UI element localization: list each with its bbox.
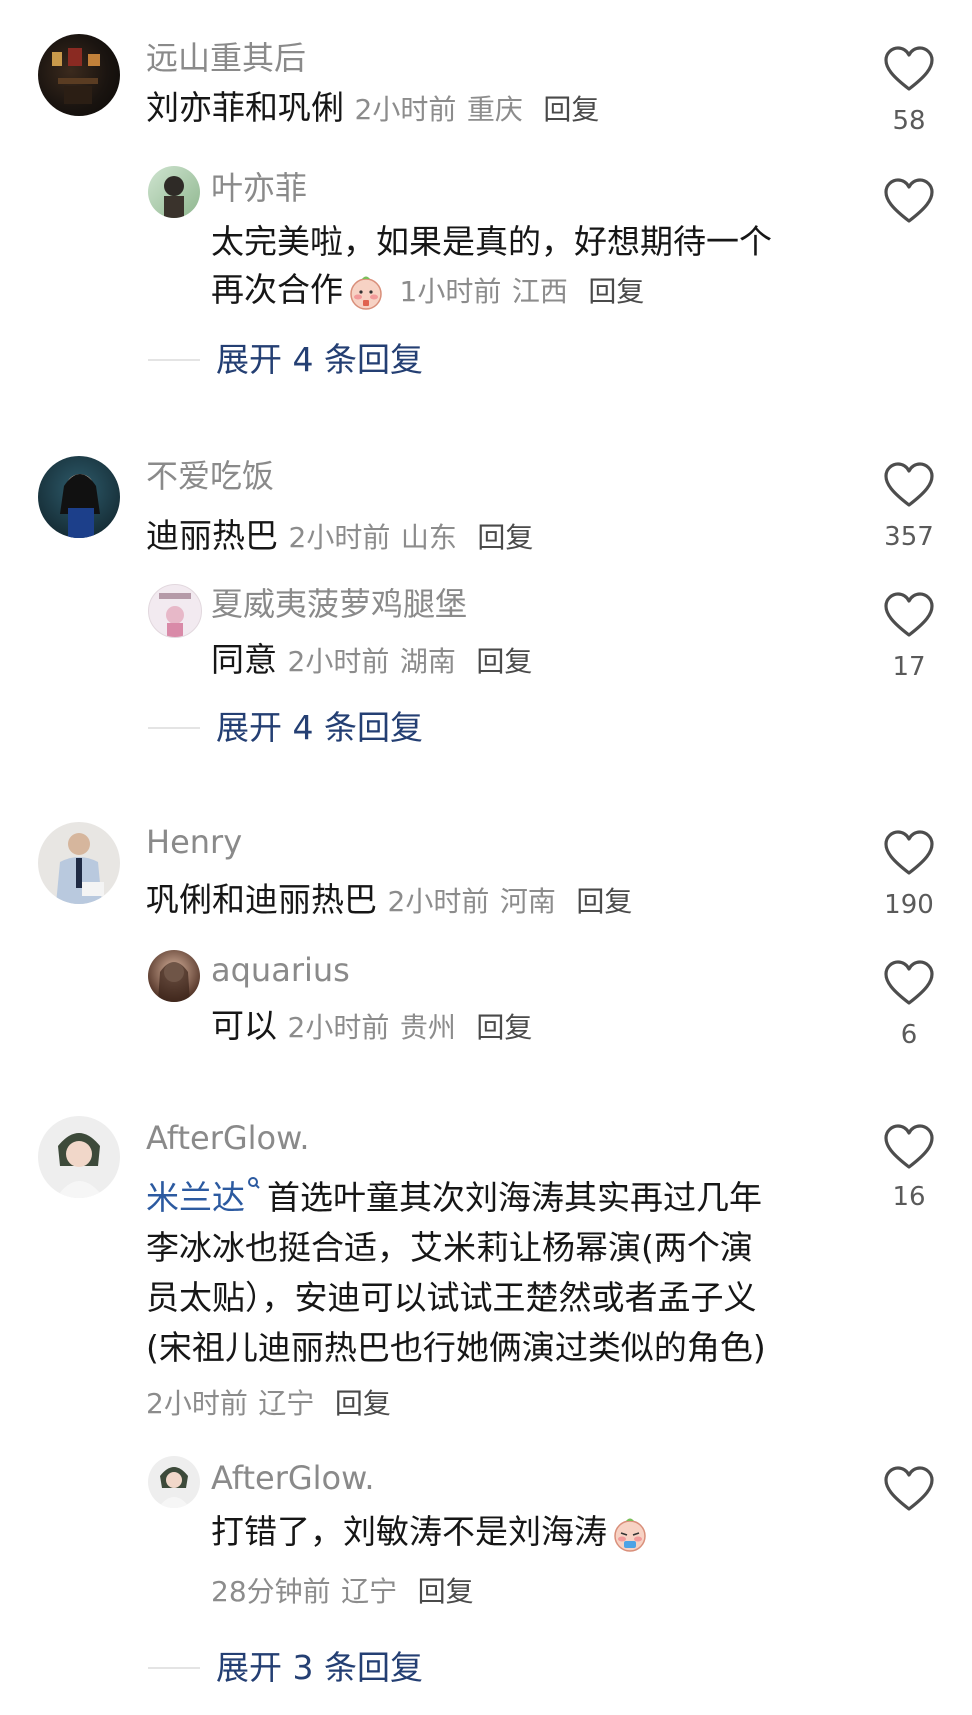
heart-outline-icon[interactable] [884, 178, 934, 224]
expand-label: 展开 4 条回复 [216, 340, 423, 379]
comment-username[interactable]: 远山重其后 [146, 38, 306, 78]
like-count: 16 [892, 1182, 926, 1212]
comment-text-line: 首选叶童其次刘海涛其实再过几年 [267, 1178, 762, 1217]
reply-button[interactable]: 回复 [476, 1011, 532, 1044]
comment-username[interactable]: 不爱吃饭 [146, 456, 274, 496]
avatar[interactable] [148, 950, 200, 1002]
like-count: 190 [884, 890, 934, 920]
reply-username[interactable]: 夏威夷菠萝鸡腿堡 [211, 584, 467, 624]
comment-time: 2小时前 [146, 1387, 248, 1420]
mention-link[interactable]: 米兰达 [146, 1178, 245, 1217]
comment-text: 迪丽热巴 [146, 516, 278, 555]
blushing-face-emoji-icon [350, 276, 382, 310]
reply-username[interactable]: AfterGlow. [211, 1458, 375, 1498]
comment-body: 迪丽热巴 2小时前 山东 回复 [146, 512, 533, 562]
reply-button[interactable]: 回复 [477, 521, 533, 554]
reply-button[interactable]: 回复 [335, 1387, 391, 1420]
like-count: 6 [900, 1020, 918, 1050]
reply-time: 1小时前 [399, 275, 502, 308]
avatar[interactable] [148, 1456, 200, 1508]
reply-text: 打错了，刘敏涛不是刘海涛 [211, 1512, 607, 1551]
reply-button[interactable]: 回复 [476, 645, 532, 678]
reply-button[interactable]: 回复 [543, 93, 599, 126]
like-count: 17 [892, 652, 926, 682]
avatar[interactable] [38, 456, 120, 538]
divider [148, 359, 200, 361]
reply-button[interactable]: 回复 [576, 885, 632, 918]
search-mark-icon [248, 1177, 260, 1189]
heart-outline-icon[interactable] [884, 462, 934, 508]
reply-button[interactable]: 回复 [588, 275, 644, 308]
like-count: 58 [892, 106, 926, 136]
reply-meta: 28分钟前 辽宁 回复 [211, 1566, 474, 1616]
comment-body: 米兰达 首选叶童其次刘海涛其实再过几年 [146, 1174, 762, 1222]
like-count: 357 [884, 522, 934, 552]
reply-body: 可以 2小时前 贵州 回复 [211, 1002, 532, 1052]
comment-time: 2小时前 [288, 521, 391, 554]
avatar[interactable] [148, 584, 202, 638]
comment-text-line: 李冰冰也挺合适，艾米莉让杨幂演(两个演 [146, 1228, 753, 1267]
avatar[interactable] [38, 1116, 120, 1198]
expand-replies-button[interactable]: 展开 3 条回复 [148, 1646, 423, 1690]
expand-replies-button[interactable]: 展开 4 条回复 [148, 706, 423, 750]
comment-location: 辽宁 [258, 1387, 315, 1420]
reply-button[interactable]: 回复 [418, 1575, 474, 1608]
reply-username[interactable]: aquarius [211, 950, 350, 990]
comment-text-line: 员太贴），安迪可以试试王楚然或者孟子义 [146, 1278, 757, 1317]
comment-meta: 2小时前 辽宁 回复 [146, 1378, 391, 1428]
avatar[interactable] [38, 34, 120, 116]
comment-text-line: (宋祖儿迪丽热巴也行她俩演过类似的角色) [146, 1328, 766, 1367]
avatar[interactable] [148, 166, 200, 218]
avatar[interactable] [38, 822, 120, 904]
expand-label: 展开 4 条回复 [216, 708, 423, 747]
comment-body: 刘亦菲和巩俐 2小时前 重庆 回复 [146, 84, 599, 134]
reply-location: 辽宁 [341, 1575, 398, 1608]
heart-outline-icon[interactable] [884, 592, 934, 638]
reply-text: 同意 [211, 640, 277, 679]
reply-text: 可以 [211, 1006, 277, 1045]
comment-time: 2小时前 [354, 93, 457, 126]
comment-location: 山东 [400, 521, 457, 554]
comment-username[interactable]: AfterGlow. [146, 1118, 310, 1158]
heart-outline-icon[interactable] [884, 1466, 934, 1512]
expand-label: 展开 3 条回复 [216, 1648, 423, 1687]
reply-text-line: 再次合作 [211, 270, 343, 309]
reply-body: 再次合作 1小时前 江西 回复 [211, 266, 644, 316]
comment-text: 巩俐和迪丽热巴 [146, 880, 377, 919]
heart-outline-icon[interactable] [884, 46, 934, 92]
heart-outline-icon[interactable] [884, 830, 934, 876]
blushing-face-emoji-icon [614, 1518, 646, 1552]
reply-location: 江西 [511, 275, 568, 308]
expand-replies-button[interactable]: 展开 4 条回复 [148, 338, 423, 382]
reply-location: 贵州 [399, 1011, 456, 1044]
reply-time: 2小时前 [287, 1011, 390, 1044]
reply-body: 同意 2小时前 湖南 回复 [211, 636, 532, 686]
heart-outline-icon[interactable] [884, 960, 934, 1006]
reply-text-line: 太完美啦，如果是真的，好想期待一个 [211, 222, 772, 261]
comment-text: 刘亦菲和巩俐 [146, 88, 344, 127]
heart-outline-icon[interactable] [884, 1124, 934, 1170]
comment-body: 巩俐和迪丽热巴 2小时前 河南 回复 [146, 876, 632, 926]
comment-location: 河南 [499, 885, 556, 918]
divider [148, 727, 200, 729]
comment-username[interactable]: Henry [146, 822, 242, 862]
reply-location: 湖南 [399, 645, 456, 678]
comment-time: 2小时前 [387, 885, 490, 918]
reply-time: 2小时前 [287, 645, 390, 678]
divider [148, 1667, 200, 1669]
reply-body: 打错了，刘敏涛不是刘海涛 [211, 1508, 653, 1556]
comment-location: 重庆 [466, 93, 523, 126]
reply-time: 28分钟前 [211, 1575, 331, 1608]
reply-username[interactable]: 叶亦菲 [211, 168, 307, 208]
